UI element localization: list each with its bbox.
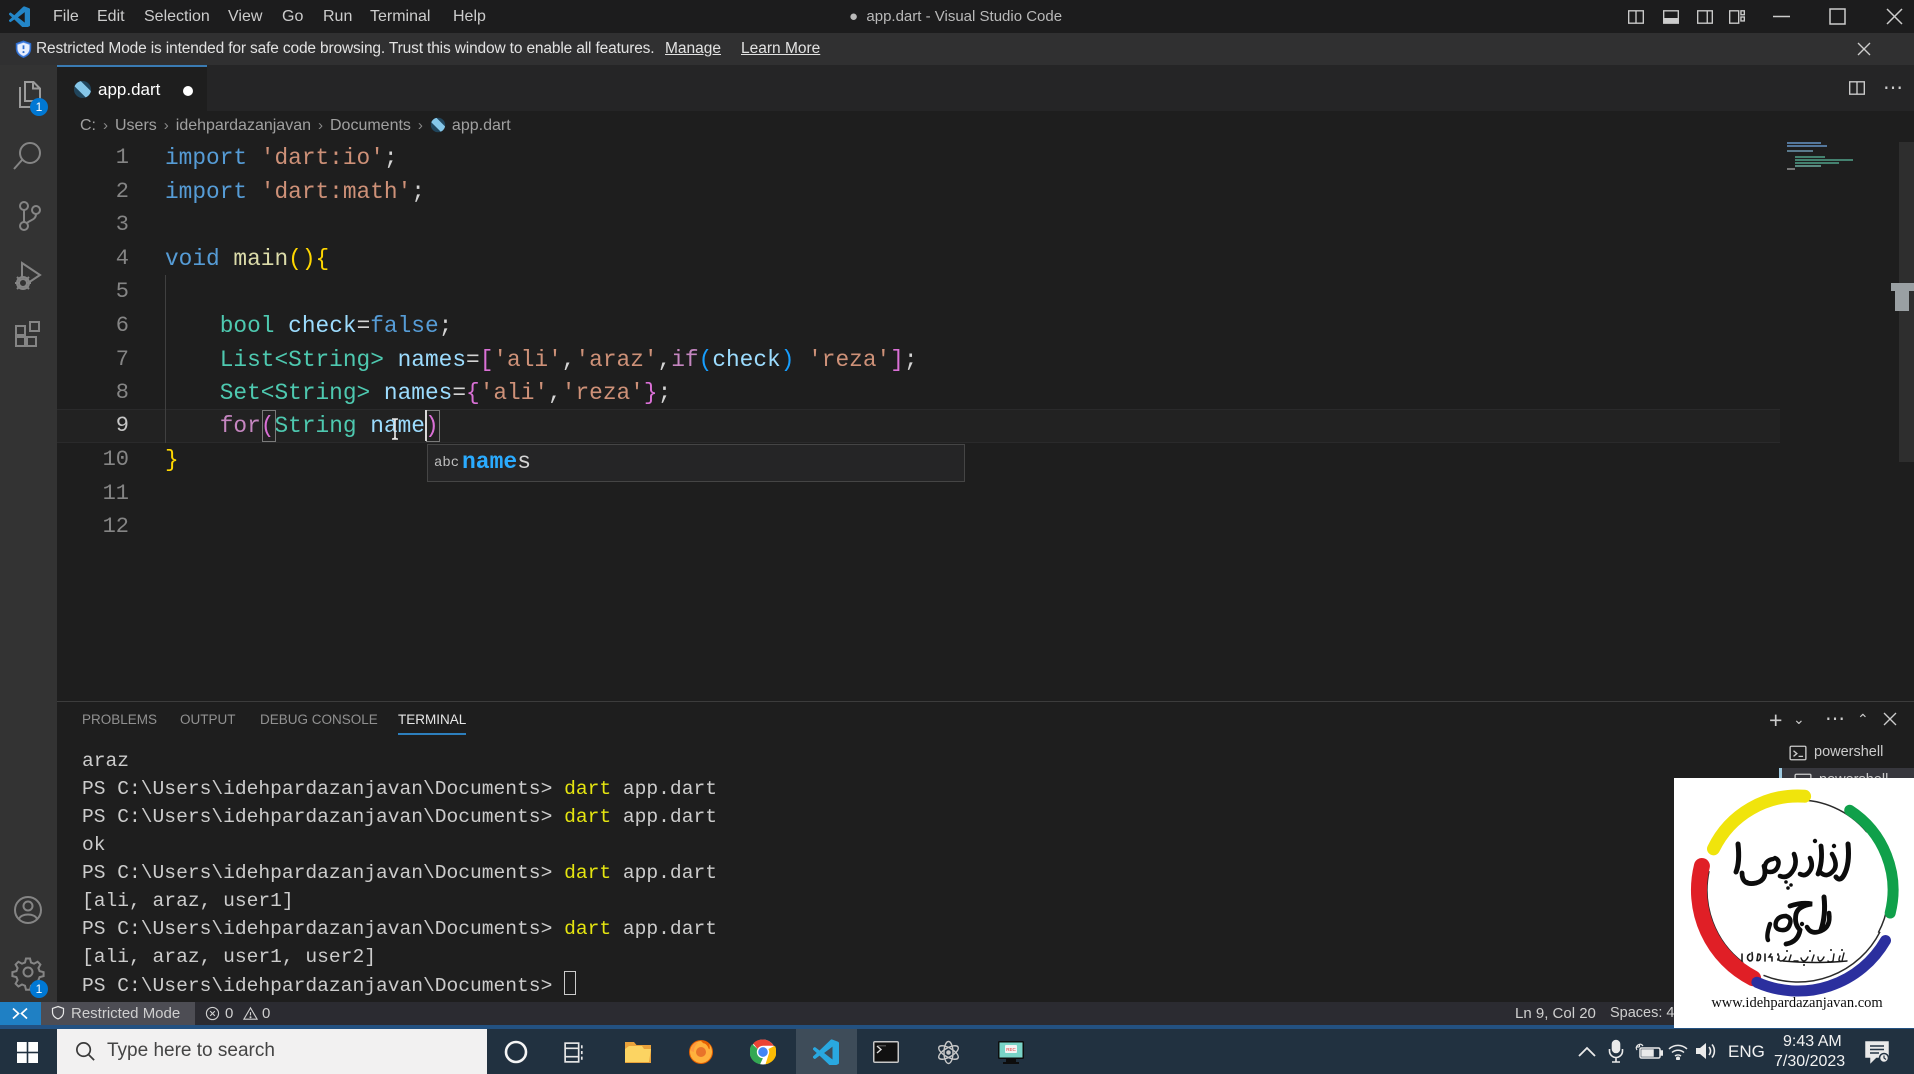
svg-text:www.idehpardazanjavan.com: www.idehpardazanjavan.com: [1711, 995, 1883, 1011]
svg-text:REC: REC: [1006, 1047, 1016, 1052]
